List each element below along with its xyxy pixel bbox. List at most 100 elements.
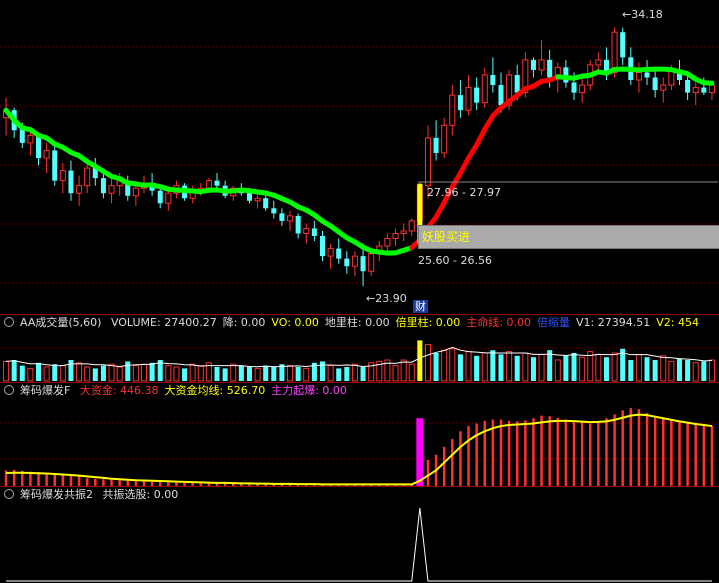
volume-legend-item: VO: 0.00 — [271, 316, 319, 329]
volume-legend-item: 主命线: 0.00 — [466, 316, 532, 329]
volume-legend-item: V2: 454 — [656, 316, 699, 329]
volume-bar — [424, 344, 431, 382]
resonance-line — [6, 507, 712, 582]
volume-bar — [360, 367, 366, 381]
volume-legend-item: 倍缩量 — [537, 316, 571, 329]
chip-panel-header: 筹码爆发F 大资金: 446.38 大资金均线: 526.70 主力起爆: 0.00 — [0, 384, 359, 398]
volume-bar — [295, 367, 301, 381]
volume-bar — [498, 354, 504, 381]
candle-body — [311, 228, 317, 236]
candle-body — [660, 84, 667, 91]
candle-body — [692, 87, 699, 94]
volume-bar — [392, 365, 399, 382]
candle-body — [344, 258, 350, 267]
volume-bar — [11, 360, 17, 381]
volume-bar — [116, 366, 123, 382]
candle-body — [287, 215, 294, 222]
ma-segment — [474, 126, 488, 148]
volume-bar — [92, 368, 98, 381]
volume-bar — [319, 361, 326, 381]
candle-body — [360, 256, 366, 272]
candle-body — [514, 74, 520, 93]
volume-bar — [344, 367, 350, 381]
candle-body — [35, 135, 42, 158]
candle-body — [579, 84, 586, 94]
volume-panel-title: AA成交量(5,60) — [20, 316, 102, 329]
volume-bar — [132, 365, 139, 382]
volume-bar — [628, 360, 634, 381]
candle-body — [43, 149, 50, 159]
candle-body — [441, 124, 448, 154]
volume-bar — [182, 368, 188, 381]
candle-body — [214, 180, 220, 186]
signal-text: 妖股买进 — [422, 230, 471, 244]
chip-legend-item: 主力起爆: 0.00 — [271, 384, 347, 397]
volume-bar — [685, 360, 691, 381]
candle-body — [474, 87, 480, 103]
volume-bar — [19, 365, 25, 381]
candle-body — [701, 87, 707, 93]
volume-bar — [76, 362, 83, 382]
volume-bar — [538, 353, 545, 382]
volume-bar — [52, 364, 58, 381]
volume-bar — [327, 365, 334, 382]
volume-bar — [27, 367, 34, 382]
volume-bar — [336, 368, 342, 381]
candle-body — [27, 134, 34, 144]
candle-body — [254, 197, 261, 202]
signal-box: 妖股买进 — [418, 225, 719, 249]
volume-bar — [271, 367, 277, 381]
candle-body — [157, 190, 163, 204]
candle-body — [449, 94, 456, 126]
collapse-circle-icon[interactable] — [4, 385, 14, 395]
candle-body — [351, 255, 358, 267]
volume-bar — [660, 355, 667, 382]
candle-body — [132, 187, 139, 197]
candle-body — [279, 213, 285, 221]
candle-body — [68, 170, 74, 194]
resonance-legend-item: 共振选股: 0.00 — [102, 488, 179, 501]
volume-bar — [644, 357, 650, 381]
candle-body — [84, 167, 91, 187]
candle-body — [100, 178, 106, 194]
low-price-label: ←23.90 — [366, 292, 407, 305]
volume-bar — [579, 356, 586, 382]
volume-bar — [84, 366, 91, 382]
volume-bar — [506, 351, 513, 382]
volume-legend-item: V1: 27394.51 — [576, 316, 651, 329]
volume-bar — [400, 359, 407, 382]
candle-body — [611, 31, 618, 73]
volume-bar — [481, 352, 488, 382]
volume-legend-item: 地里柱: 0.00 — [324, 316, 390, 329]
finance-badge[interactable]: 财 — [413, 300, 428, 313]
collapse-circle-icon[interactable] — [4, 489, 14, 499]
candle-body — [433, 137, 439, 153]
volume-bar — [408, 363, 415, 382]
volume-bar — [441, 349, 448, 382]
candle-body — [303, 227, 310, 234]
collapse-circle-icon[interactable] — [4, 317, 14, 327]
candle-body — [295, 215, 301, 234]
candle-body — [498, 85, 504, 106]
candle-body — [400, 230, 407, 234]
candle-body — [490, 74, 496, 86]
volume-bar — [554, 359, 561, 382]
candle-body — [547, 59, 553, 78]
ma-segment — [701, 80, 715, 86]
volume-bar — [303, 367, 310, 382]
volume-bar — [514, 355, 520, 381]
candle-body — [246, 193, 252, 201]
candle-body — [336, 248, 342, 259]
volume-bar — [214, 367, 220, 381]
volume-bar — [708, 359, 715, 382]
candle-body — [530, 59, 536, 70]
volume-bar — [603, 357, 609, 381]
candle-body — [368, 253, 375, 272]
candle-body — [165, 192, 172, 204]
volume-legend-item: 倍里柱: 0.00 — [395, 316, 461, 329]
volume-bar — [3, 360, 10, 382]
volume-bar — [59, 365, 66, 382]
volume-bar — [457, 354, 463, 381]
chip-legend-item: 大资金: 446.38 — [79, 384, 159, 397]
volume-panel-header: AA成交量(5,60) VOLUME: 27400.27 降: 0.00 VO: 0… — [0, 316, 719, 330]
